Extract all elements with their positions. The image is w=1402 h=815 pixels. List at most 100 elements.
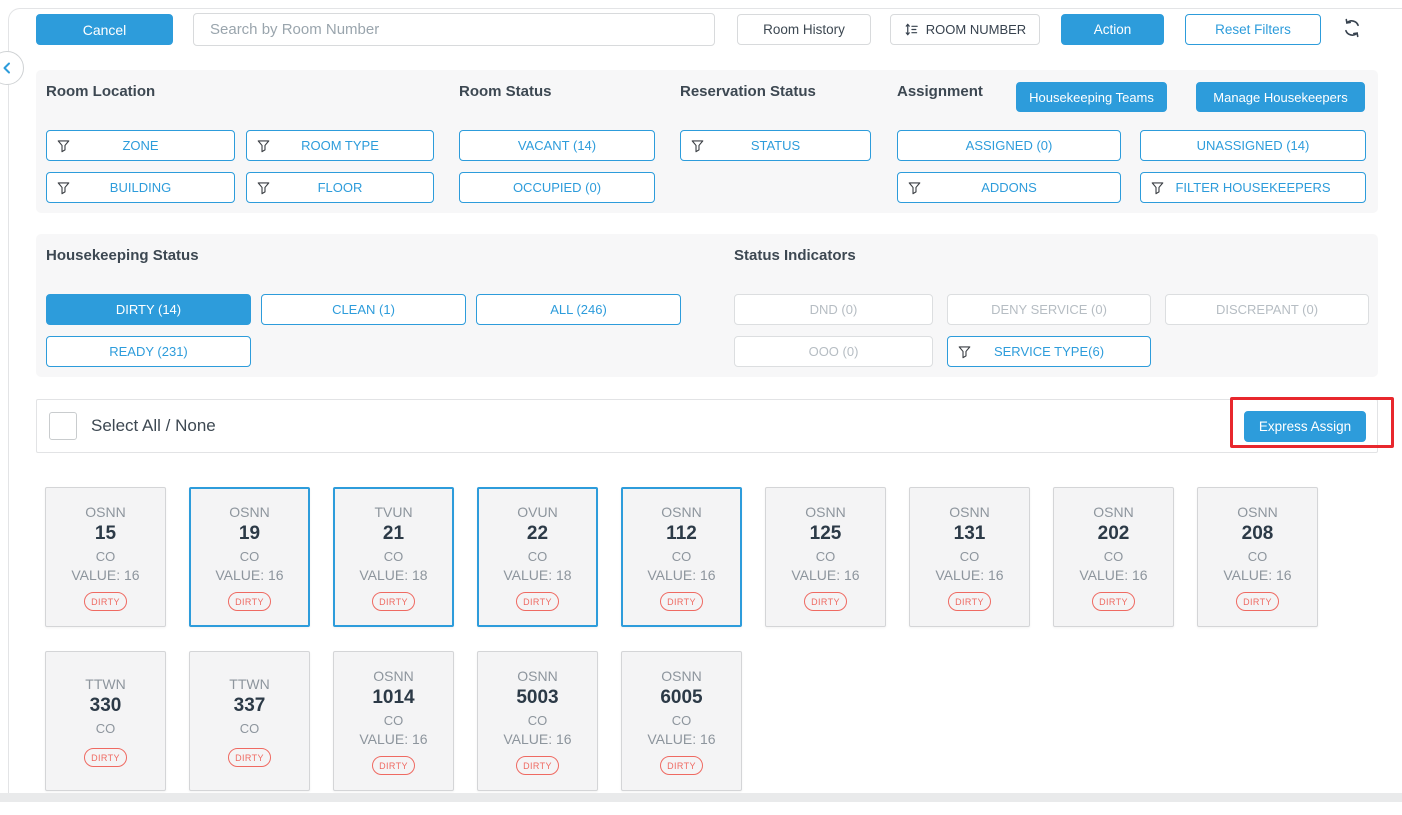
room-type: OSNN xyxy=(949,504,989,520)
reservation-status: CO xyxy=(960,549,980,564)
filter-button-service-type-6[interactable]: SERVICE TYPE(6) xyxy=(947,336,1151,367)
room-number: 330 xyxy=(90,695,122,717)
room-type: OSNN xyxy=(661,668,701,684)
room-number: 19 xyxy=(239,523,260,545)
room-history-button[interactable]: Room History xyxy=(737,14,871,45)
room-card-22[interactable]: OVUN22COVALUE: 18DIRTY xyxy=(477,487,598,627)
filter-button-vacant-14[interactable]: VACANT (14) xyxy=(459,130,655,161)
status-badge: DIRTY xyxy=(516,756,559,775)
filter-button-dnd-0[interactable]: DND (0) xyxy=(734,294,933,325)
refresh-button[interactable] xyxy=(1341,17,1363,39)
room-number: 131 xyxy=(954,523,986,545)
funnel-icon xyxy=(1151,181,1164,194)
filter-button-assigned-0[interactable]: ASSIGNED (0) xyxy=(897,130,1121,161)
filter-button-label: DISCREPANT (0) xyxy=(1216,302,1318,317)
room-card-208[interactable]: OSNN208COVALUE: 16DIRTY xyxy=(1197,487,1318,627)
room-number: 202 xyxy=(1098,523,1130,545)
reservation-status: CO xyxy=(816,549,836,564)
room-location-title: Room Location xyxy=(46,83,155,100)
filter-button-label: VACANT (14) xyxy=(518,138,596,153)
filter-button-deny-service-0[interactable]: DENY SERVICE (0) xyxy=(947,294,1151,325)
room-type: OSNN xyxy=(373,668,413,684)
room-card-131[interactable]: OSNN131COVALUE: 16DIRTY xyxy=(909,487,1030,627)
room-card-202[interactable]: OSNN202COVALUE: 16DIRTY xyxy=(1053,487,1174,627)
room-card-15[interactable]: OSNN15COVALUE: 16DIRTY xyxy=(45,487,166,627)
reservation-status: CO xyxy=(96,721,116,736)
status-badge: DIRTY xyxy=(84,748,127,767)
room-card-5003[interactable]: OSNN5003COVALUE: 16DIRTY xyxy=(477,651,598,791)
room-number: 1014 xyxy=(372,687,414,709)
room-type: TTWN xyxy=(85,676,125,692)
filter-button-label: SERVICE TYPE(6) xyxy=(994,344,1104,359)
select-all-checkbox[interactable] xyxy=(49,412,77,440)
room-card-125[interactable]: OSNN125COVALUE: 16DIRTY xyxy=(765,487,886,627)
room-location-filters: ZONE ROOM TYPE BUILDING FLOOR xyxy=(46,130,446,214)
status-badge: DIRTY xyxy=(372,756,415,775)
bottom-scroll-track[interactable] xyxy=(0,793,1402,802)
cancel-button[interactable]: Cancel xyxy=(36,14,173,45)
filter-button-ooo-0[interactable]: OOO (0) xyxy=(734,336,933,367)
filter-button-label: UNASSIGNED (14) xyxy=(1197,138,1310,153)
room-number: 208 xyxy=(1242,523,1274,545)
filter-button-room-type[interactable]: ROOM TYPE xyxy=(246,130,434,161)
manage-housekeepers-button[interactable]: Manage Housekeepers xyxy=(1196,82,1365,112)
room-value: VALUE: 16 xyxy=(647,731,715,747)
filter-button-dirty-14[interactable]: DIRTY (14) xyxy=(46,294,251,325)
reset-filters-button[interactable]: Reset Filters xyxy=(1185,14,1321,45)
select-all-label: Select All / None xyxy=(91,416,216,436)
room-card-112[interactable]: OSNN112COVALUE: 16DIRTY xyxy=(621,487,742,627)
reservation-status-title: Reservation Status xyxy=(680,83,816,100)
filter-button-label: ASSIGNED (0) xyxy=(966,138,1053,153)
funnel-icon xyxy=(257,139,270,152)
filter-button-ready-231[interactable]: READY (231) xyxy=(46,336,251,367)
filter-button-discrepant-0[interactable]: DISCREPANT (0) xyxy=(1165,294,1369,325)
room-number: 125 xyxy=(810,523,842,545)
express-assign-button[interactable]: Express Assign xyxy=(1244,411,1366,442)
filter-button-label: CLEAN (1) xyxy=(332,302,395,317)
room-card-19[interactable]: OSNN19COVALUE: 16DIRTY xyxy=(189,487,310,627)
room-value: VALUE: 16 xyxy=(1079,567,1147,583)
filter-button-label: ROOM TYPE xyxy=(301,138,379,153)
filter-button-label: FLOOR xyxy=(318,180,363,195)
reservation-status-filters: STATUS xyxy=(680,130,890,172)
filter-button-label: ALL (246) xyxy=(550,302,607,317)
action-button[interactable]: Action xyxy=(1061,14,1164,45)
collapse-panel-button[interactable] xyxy=(0,51,24,85)
room-card-337[interactable]: TTWN337CODIRTY xyxy=(189,651,310,791)
room-value: VALUE: 16 xyxy=(935,567,1003,583)
status-indicators-title: Status Indicators xyxy=(734,247,856,264)
filter-button-unassigned-14[interactable]: UNASSIGNED (14) xyxy=(1140,130,1366,161)
sort-room-number-button[interactable]: ROOM NUMBER xyxy=(890,14,1040,45)
reservation-status: CO xyxy=(528,549,548,564)
filter-button-label: FILTER HOUSEKEEPERS xyxy=(1175,180,1330,195)
room-card-1014[interactable]: OSNN1014COVALUE: 16DIRTY xyxy=(333,651,454,791)
search-input[interactable] xyxy=(193,13,715,46)
filter-button-label: STATUS xyxy=(751,138,800,153)
filter-button-addons[interactable]: ADDONS xyxy=(897,172,1121,203)
room-card-330[interactable]: TTWN 330 CO DIRTY xyxy=(45,651,166,791)
room-type: TTWN xyxy=(229,676,269,692)
room-card-6005[interactable]: OSNN6005COVALUE: 16DIRTY xyxy=(621,651,742,791)
filter-button-status[interactable]: STATUS xyxy=(680,130,871,161)
filter-button-zone[interactable]: ZONE xyxy=(46,130,235,161)
housekeeping-teams-button[interactable]: Housekeeping Teams xyxy=(1016,82,1167,112)
reservation-status: CO xyxy=(384,549,404,564)
filter-button-label: OOO (0) xyxy=(809,344,859,359)
housekeeping-status-filters: DIRTY (14) CLEAN (1) ALL (246) READY (231) xyxy=(46,294,696,378)
filter-button-all-246[interactable]: ALL (246) xyxy=(476,294,681,325)
filter-button-label: BUILDING xyxy=(110,180,171,195)
filter-button-building[interactable]: BUILDING xyxy=(46,172,235,203)
filter-button-floor[interactable]: FLOOR xyxy=(246,172,434,203)
room-type: OSNN xyxy=(85,504,125,520)
filter-button-occupied-0[interactable]: OCCUPIED (0) xyxy=(459,172,655,203)
assignment-title: Assignment xyxy=(897,83,983,100)
status-badge: DIRTY xyxy=(660,756,703,775)
filter-button-filter-housekeepers[interactable]: FILTER HOUSEKEEPERS xyxy=(1140,172,1366,203)
room-status-title: Room Status xyxy=(459,83,552,100)
funnel-icon xyxy=(257,181,270,194)
room-card-21[interactable]: TVUN21COVALUE: 18DIRTY xyxy=(333,487,454,627)
reservation-status: CO xyxy=(240,549,260,564)
status-badge: DIRTY xyxy=(1092,592,1135,611)
filter-button-clean-1[interactable]: CLEAN (1) xyxy=(261,294,466,325)
chevron-left-icon xyxy=(0,60,15,76)
